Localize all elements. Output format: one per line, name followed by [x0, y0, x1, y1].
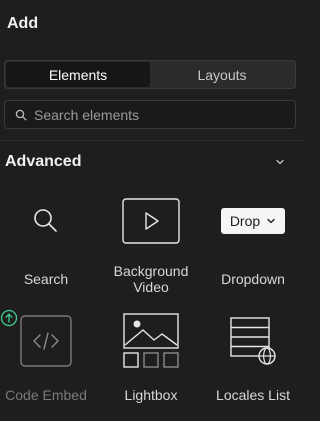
element-label: Dropdown — [221, 271, 285, 287]
code-icon — [20, 315, 72, 367]
element-label-line2: Video — [133, 279, 169, 295]
element-label: Lightbox — [124, 387, 178, 403]
dropdown-pill-text: Drop — [229, 213, 261, 229]
magnifier-icon — [34, 209, 57, 232]
chevron-down-icon[interactable] — [274, 157, 286, 167]
panel-title: Add — [7, 15, 39, 32]
search-input[interactable] — [34, 106, 295, 123]
element-label: Search — [23, 271, 69, 287]
tab-layouts[interactable]: Layouts — [150, 62, 294, 87]
element-locales-list[interactable]: Locales List — [207, 311, 299, 421]
section-title: Advanced — [5, 153, 82, 170]
divider — [0, 140, 305, 141]
search-box — [4, 100, 296, 129]
tabs: Elements Layouts — [4, 60, 296, 89]
add-panel: Add Elements Layouts Advanced Search — [0, 0, 305, 417]
tab-elements[interactable]: Elements — [6, 62, 150, 87]
element-background-video[interactable]: Background Video — [105, 191, 197, 301]
search-icon — [15, 109, 27, 120]
element-search[interactable]: Search — [0, 191, 92, 301]
element-label: Locales List — [216, 387, 290, 403]
element-code-embed[interactable]: Code Embed — [0, 311, 92, 421]
element-dropdown[interactable]: Drop Dropdown — [207, 191, 299, 301]
element-label: Code Embed — [5, 387, 87, 403]
play-icon — [122, 198, 180, 244]
section-header-advanced[interactable]: Advanced — [0, 146, 305, 178]
locales-list-icon — [230, 317, 276, 365]
element-label-line1: Background — [113, 263, 189, 279]
chevron-down-icon — [267, 218, 275, 224]
element-lightbox[interactable]: Lightbox — [105, 311, 197, 421]
dropdown-pill-icon: Drop — [221, 208, 285, 234]
lightbox-icon — [123, 313, 179, 368]
